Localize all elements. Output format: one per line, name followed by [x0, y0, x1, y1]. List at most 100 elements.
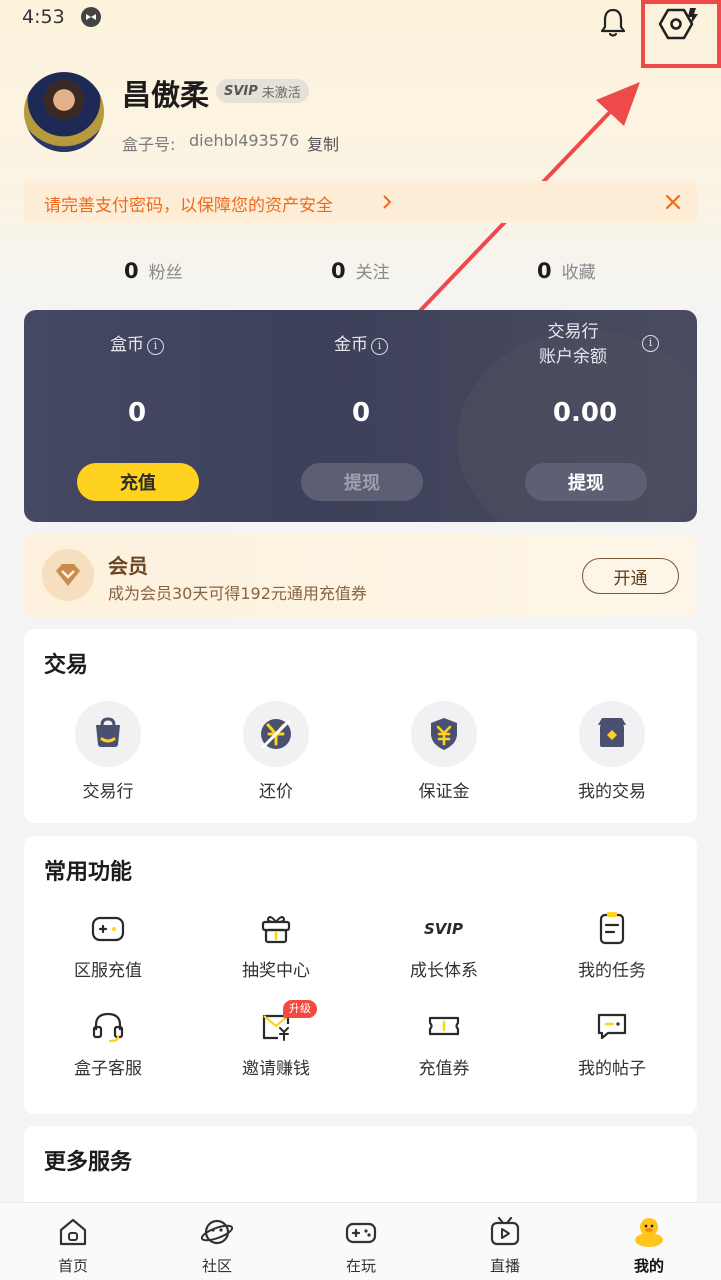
wallet-value: 0: [127, 398, 147, 428]
trade-section: 交易 交易行 还价 保证金 我的交易: [24, 629, 697, 823]
message-icon: [597, 1013, 627, 1040]
tab-home[interactable]: 首页: [1, 1203, 145, 1280]
wallet-label: 金币 i: [249, 330, 473, 355]
settings-highlight-box: [641, 0, 721, 68]
duck-icon: [635, 1218, 663, 1247]
status-time: 4:53: [22, 6, 65, 28]
svip-badge[interactable]: SVIP 未激活: [216, 79, 309, 103]
wallet-trade-balance: 交易行 账户余额 i 0.00 提现: [473, 310, 697, 522]
withdraw-gold-button[interactable]: 提现: [301, 463, 423, 501]
wallet-label-text: 盒币: [110, 335, 144, 355]
trade-item-my-trades[interactable]: 我的交易: [528, 701, 696, 811]
planet-icon: [200, 1219, 234, 1245]
grid-label: 保证金: [418, 782, 470, 802]
withdraw-balance-button[interactable]: 提现: [525, 463, 647, 501]
stat-value: 0: [124, 259, 139, 283]
gift-icon: [261, 916, 291, 944]
section-title: 常用功能: [44, 860, 133, 885]
grid-label: 抽奖中心: [242, 961, 310, 981]
clipboard-icon: [599, 912, 625, 945]
info-icon[interactable]: i: [147, 338, 164, 355]
grid-label: 盒子客服: [74, 1059, 142, 1079]
wallet-label-text: 交易行: [547, 322, 599, 342]
tab-label: 首页: [57, 1257, 88, 1275]
grid-label: 我的任务: [578, 961, 646, 981]
info-icon[interactable]: i: [371, 338, 388, 355]
grid-label: 充值券: [418, 1059, 470, 1079]
upgrade-badge: 升级: [283, 1000, 317, 1018]
headset-icon: [92, 1012, 124, 1043]
recharge-button[interactable]: 充值: [77, 463, 199, 501]
stat-fans[interactable]: 0 粉丝: [124, 258, 183, 283]
wallet-label-text-2: 账户余额: [539, 347, 607, 367]
func-item-lottery[interactable]: 抽奖中心: [192, 910, 360, 984]
tab-live[interactable]: 直播: [433, 1203, 577, 1280]
grid-label: 交易行: [82, 782, 134, 802]
wallet-label: 交易行 账户余额 i: [473, 320, 697, 370]
notice-text: 请完善支付密码，以保障您的资产安全: [44, 196, 333, 216]
store-icon: [579, 701, 645, 767]
wallet-label-text: 金币: [334, 335, 368, 355]
close-icon[interactable]: [664, 193, 682, 211]
avatar[interactable]: [24, 72, 104, 152]
tab-community[interactable]: 社区: [145, 1203, 289, 1280]
tab-label: 我的: [633, 1257, 664, 1275]
stat-label: 收藏: [561, 263, 596, 283]
notification-bell-icon[interactable]: [598, 6, 628, 40]
common-functions-section: 常用功能 区服充值 抽奖中心 SVIP 成长体系 我的任务 盒子客服 升级 邀请…: [24, 836, 697, 1114]
trade-item-deposit[interactable]: 保证金: [360, 701, 528, 811]
stat-label: 关注: [355, 263, 390, 283]
bag-icon: [75, 701, 141, 767]
grid-label: 我的帖子: [578, 1059, 646, 1079]
user-name: 昌傲柔: [122, 78, 210, 112]
tab-label: 直播: [489, 1257, 520, 1275]
shield-yuan-icon: [411, 701, 477, 767]
wallet-label: 盒币 i: [25, 330, 249, 355]
stat-value: 0: [331, 259, 346, 283]
func-item-growth[interactable]: SVIP 成长体系: [360, 910, 528, 984]
tab-label: 社区: [201, 1257, 232, 1275]
func-item-tasks[interactable]: 我的任务: [528, 910, 696, 984]
wallet-card: 盒币 i 0 充值 金币 i 0 提现 交易行 账户余额 i 0.00 提现: [24, 310, 697, 522]
grid-label: 成长体系: [410, 961, 478, 981]
func-item-customer-service[interactable]: 盒子客服: [24, 1008, 192, 1082]
trade-item-bargain[interactable]: 还价: [192, 701, 360, 811]
svip-icon: SVIP: [424, 920, 463, 938]
bargain-icon: [243, 701, 309, 767]
wallet-value: 0: [351, 398, 371, 428]
tab-mine[interactable]: 我的: [577, 1203, 721, 1280]
section-title: 更多服务: [44, 1150, 133, 1175]
func-item-invite[interactable]: 升级 邀请赚钱: [192, 1000, 360, 1082]
stat-following[interactable]: 0 关注: [331, 258, 390, 283]
member-banner[interactable]: 会员 成为会员30天可得192元通用充值券 开通: [24, 534, 697, 618]
trade-item-market[interactable]: 交易行: [24, 701, 192, 811]
grid-label: 区服充值: [74, 961, 142, 981]
tab-label: 在玩: [345, 1257, 376, 1275]
svip-logo: SVIP: [224, 83, 258, 99]
tab-playing[interactable]: 在玩: [289, 1203, 433, 1280]
grid-label: 邀请赚钱: [242, 1059, 310, 1079]
grid-label: 我的交易: [578, 782, 646, 802]
member-desc: 成为会员30天可得192元通用充值券: [108, 584, 367, 603]
diamond-icon: [42, 549, 94, 601]
stat-favorites[interactable]: 0 收藏: [537, 258, 596, 283]
wallet-box-coin: 盒币 i 0 充值: [25, 310, 249, 522]
member-title: 会员: [108, 554, 148, 578]
func-item-server-recharge[interactable]: 区服充值: [24, 910, 192, 984]
func-item-my-posts[interactable]: 我的帖子: [528, 1008, 696, 1082]
payment-password-notice[interactable]: 请完善支付密码，以保障您的资产安全: [24, 181, 697, 223]
activate-membership-button[interactable]: 开通: [582, 558, 679, 594]
svip-status: 未激活: [261, 85, 301, 101]
chevron-right-icon: [383, 195, 392, 209]
copy-button[interactable]: 复制: [307, 131, 339, 155]
box-id-label: 盒子号:: [122, 135, 176, 154]
app-status-icon: [81, 7, 101, 27]
gamepad-icon: [345, 1222, 377, 1244]
info-icon[interactable]: i: [642, 335, 659, 352]
box-id-value: diehbl493576: [189, 131, 300, 150]
func-item-vouchers[interactable]: 充值券: [360, 1008, 528, 1082]
home-icon: [59, 1218, 87, 1246]
tv-icon: [490, 1216, 520, 1246]
ticket-icon: [428, 1016, 460, 1036]
stat-label: 粉丝: [148, 263, 183, 283]
